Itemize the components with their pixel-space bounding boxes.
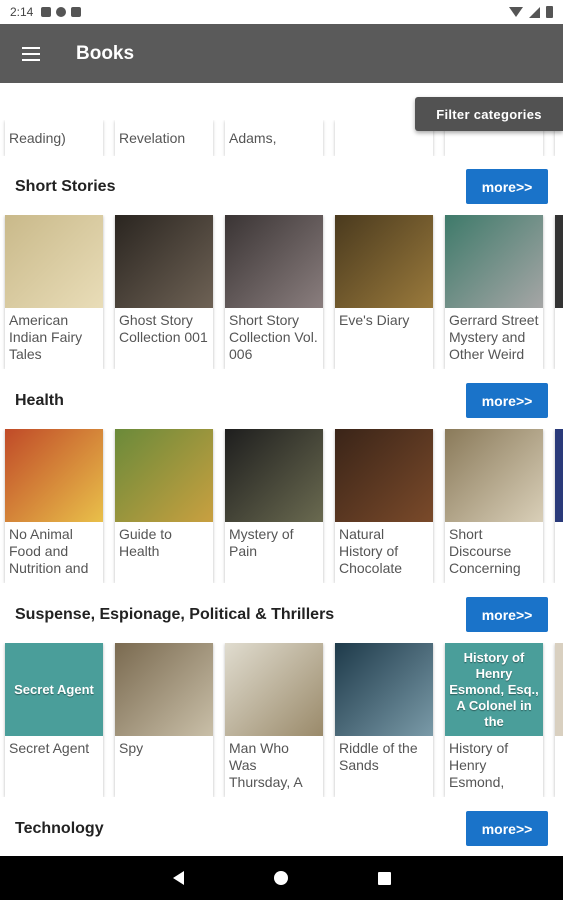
more-button[interactable]: more>> bbox=[466, 169, 548, 204]
menu-icon[interactable] bbox=[22, 42, 46, 66]
book-card[interactable]: Riddle of the Sands bbox=[335, 643, 433, 797]
book-title: Ghost Story Collection 001 bbox=[119, 312, 208, 345]
book-cover bbox=[335, 643, 433, 736]
book-card[interactable]: Spy bbox=[115, 643, 213, 797]
book-title: History of Henry Esmond, Esq., bbox=[449, 740, 509, 794]
more-button[interactable]: more>> bbox=[466, 597, 548, 632]
back-icon[interactable] bbox=[172, 871, 184, 885]
book-title: Riddle of the Sands bbox=[339, 740, 418, 773]
book-card[interactable]: Short Story Collection Vol. 006 bbox=[225, 215, 323, 369]
book-card[interactable]: Guide to Health bbox=[115, 429, 213, 583]
book-card[interactable]: Man Who Was Thursday, A bbox=[225, 643, 323, 797]
book-card[interactable]: Secret Agent Secret Agent bbox=[5, 643, 103, 797]
book-title: American Indian Fairy Tales bbox=[9, 312, 83, 362]
book-cover bbox=[5, 429, 103, 522]
book-cover bbox=[115, 215, 213, 308]
partial-book-card[interactable]: Reading) bbox=[5, 120, 103, 156]
book-cover bbox=[225, 643, 323, 736]
book-title: Secret Agent bbox=[9, 740, 90, 756]
message-icon bbox=[41, 7, 52, 17]
more-button[interactable]: more>> bbox=[466, 811, 548, 846]
book-cover bbox=[555, 215, 563, 308]
book-cover: History of Henry Esmond, Esq., A Colonel… bbox=[445, 643, 543, 736]
book-cover bbox=[335, 215, 433, 308]
cover-text: History of Henry Esmond, Esq., A Colonel… bbox=[449, 649, 539, 729]
more-button[interactable]: more>> bbox=[466, 383, 548, 418]
book-title: Natural History of Chocolate bbox=[339, 526, 403, 576]
navigation-bar bbox=[0, 856, 563, 900]
section-title: Health bbox=[15, 392, 64, 409]
book-card[interactable]: Natural History of Chocolate bbox=[335, 429, 433, 583]
partial-book-card[interactable]: Adams, bbox=[225, 120, 323, 156]
book-card[interactable] bbox=[555, 215, 563, 369]
book-title: Short Discourse Concerning bbox=[449, 526, 521, 576]
book-card[interactable]: Gerrard Street Mystery and Other Weird T… bbox=[445, 215, 543, 369]
book-cover bbox=[115, 429, 213, 522]
book-title: Man Who Was Thursday, A bbox=[229, 740, 303, 790]
book-title: Mystery of Pain bbox=[229, 526, 294, 559]
book-cover bbox=[335, 429, 433, 522]
app-bar: Books bbox=[0, 24, 563, 83]
home-icon[interactable] bbox=[273, 871, 288, 885]
book-card[interactable]: Eve's Diary bbox=[335, 215, 433, 369]
book-cover: Secret Agent bbox=[5, 643, 103, 736]
wifi-icon bbox=[509, 7, 523, 17]
books-row: American Indian Fairy Tales Ghost Story C… bbox=[0, 215, 563, 369]
book-cover bbox=[445, 215, 543, 308]
book-cover bbox=[5, 215, 103, 308]
book-card[interactable] bbox=[555, 643, 563, 797]
book-cover bbox=[555, 643, 563, 736]
page-title: Books bbox=[76, 42, 135, 64]
sync-icon bbox=[56, 7, 67, 17]
signal-icon bbox=[529, 6, 540, 18]
book-title: Adams, bbox=[229, 130, 277, 146]
book-card[interactable]: Ghost Story Collection 001 bbox=[115, 215, 213, 369]
section-title: Short Stories bbox=[15, 178, 116, 195]
book-title bbox=[555, 522, 563, 580]
book-card[interactable]: History of Henry Esmond, Esq., A Colonel… bbox=[445, 643, 543, 797]
book-cover bbox=[225, 215, 323, 308]
book-card[interactable]: No Animal Food and Nutrition and bbox=[5, 429, 103, 583]
cover-text: Secret Agent bbox=[14, 681, 94, 697]
book-card[interactable]: Short Discourse Concerning bbox=[445, 429, 543, 583]
book-title: Revelation bbox=[119, 130, 186, 146]
sd-card-icon bbox=[71, 7, 82, 17]
recent-apps-icon[interactable] bbox=[377, 871, 391, 885]
book-card[interactable]: American Indian Fairy Tales bbox=[5, 215, 103, 369]
book-card[interactable] bbox=[555, 429, 563, 583]
book-card[interactable]: Mystery of Pain bbox=[225, 429, 323, 583]
filter-categories-button[interactable]: Filter categories bbox=[415, 97, 563, 131]
books-row: Secret Agent Secret Agent Spy Man Who Was T… bbox=[0, 643, 563, 797]
status-bar: 2:14 bbox=[0, 0, 563, 24]
book-cover bbox=[445, 429, 543, 522]
battery-icon bbox=[546, 6, 553, 18]
book-title: Gerrard Street Mystery and Other Weird T… bbox=[449, 312, 539, 366]
status-time: 2:14 bbox=[10, 5, 34, 19]
book-cover bbox=[555, 429, 563, 522]
book-title: No Animal Food and Nutrition and bbox=[9, 526, 89, 576]
book-title bbox=[555, 308, 563, 366]
section-title: Technology bbox=[15, 820, 104, 837]
book-title: Guide to Health bbox=[119, 526, 172, 559]
books-row: No Animal Food and Nutrition and Guide to… bbox=[0, 429, 563, 583]
book-title: Reading) bbox=[9, 130, 66, 146]
book-title: Eve's Diary bbox=[339, 312, 410, 328]
book-title bbox=[555, 736, 563, 794]
section-title: Suspense, Espionage, Political & Thrille… bbox=[15, 606, 335, 623]
partial-book-card[interactable]: Revelation bbox=[115, 120, 213, 156]
book-cover bbox=[115, 643, 213, 736]
book-title: Short Story Collection Vol. 006 bbox=[229, 312, 318, 362]
book-cover bbox=[225, 429, 323, 522]
status-icons bbox=[509, 6, 553, 18]
book-title: Spy bbox=[119, 740, 144, 756]
